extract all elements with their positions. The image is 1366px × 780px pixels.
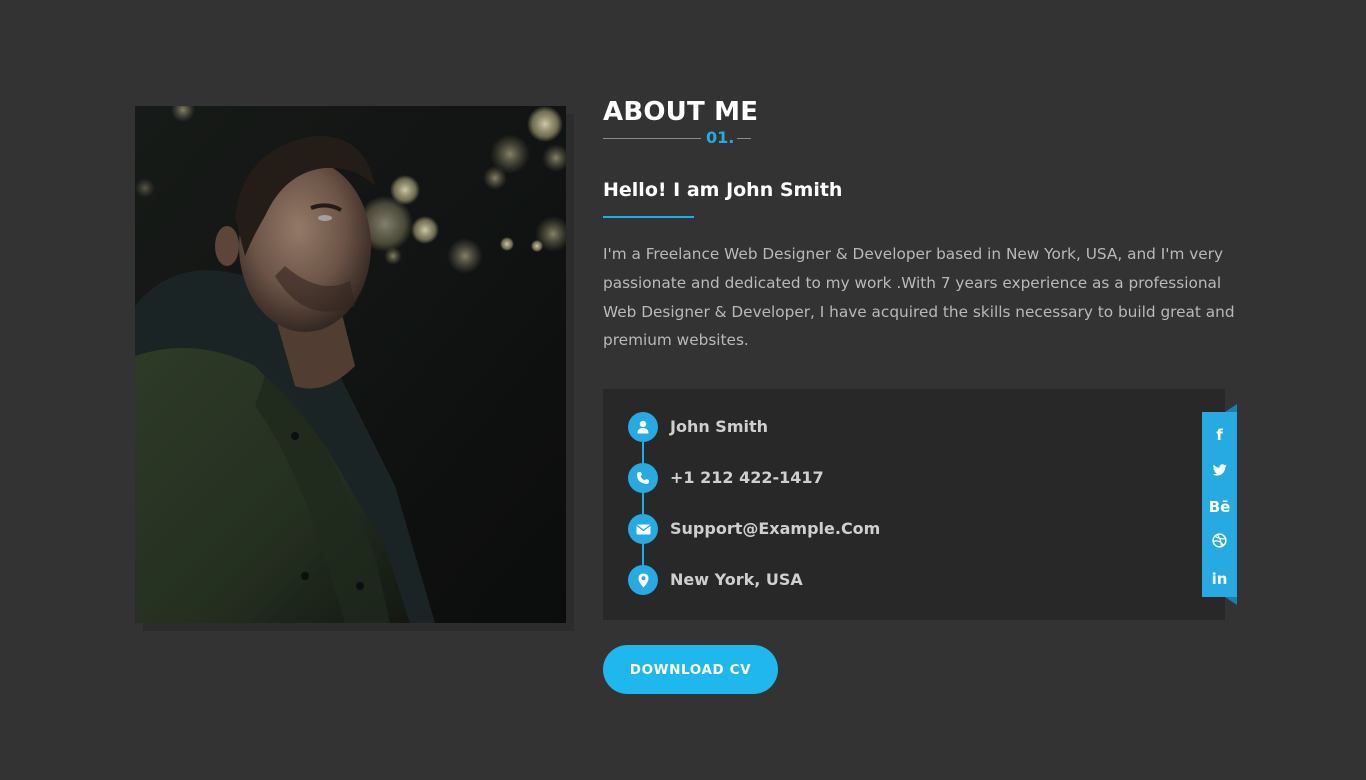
social-dribbble[interactable] bbox=[1202, 533, 1237, 569]
contact-card: John Smith +1 212 422-1417 Support@Examp… bbox=[603, 389, 1225, 620]
social-twitter[interactable] bbox=[1202, 461, 1237, 497]
section-title: ABOUT ME bbox=[603, 97, 759, 127]
bio-text: I'm a Freelance Web Designer & Developer… bbox=[603, 245, 1235, 350]
social-behance[interactable]: Bē bbox=[1202, 497, 1237, 533]
map-marker-icon bbox=[628, 565, 658, 595]
about-section: ABOUT ME 01. Hello! I am John Smith I'm … bbox=[0, 0, 1366, 780]
section-number: 01. bbox=[706, 128, 735, 147]
linkedin-icon: in bbox=[1211, 570, 1228, 588]
profile-photo bbox=[135, 106, 566, 623]
dribbble-icon bbox=[1212, 533, 1227, 553]
download-cv-button[interactable]: DOWNLOAD CV bbox=[603, 645, 778, 694]
underline-left bbox=[603, 138, 701, 139]
timeline-connector bbox=[642, 544, 644, 565]
user-icon bbox=[628, 412, 658, 442]
contact-email[interactable]: Support@Example.Com bbox=[670, 518, 880, 540]
intro-heading: Hello! I am John Smith bbox=[603, 179, 843, 201]
intro-heading-underline bbox=[603, 216, 694, 218]
profile-photo-frame bbox=[135, 106, 566, 623]
contact-location: New York, USA bbox=[670, 570, 803, 589]
phone-icon bbox=[628, 463, 658, 493]
social-ribbon: f Bē in bbox=[1202, 412, 1237, 597]
contact-phone[interactable]: +1 212 422-1417 bbox=[670, 467, 824, 489]
underline-right bbox=[737, 138, 751, 139]
ribbon-fold-top bbox=[1225, 404, 1237, 412]
ribbon-fold-bottom bbox=[1225, 597, 1237, 605]
contact-name: John Smith bbox=[670, 417, 769, 436]
social-facebook[interactable]: f bbox=[1202, 425, 1237, 461]
envelope-icon bbox=[628, 514, 658, 544]
about-content: ABOUT ME 01. Hello! I am John Smith I'm … bbox=[603, 96, 1243, 355]
twitter-icon bbox=[1212, 461, 1227, 481]
facebook-icon: f bbox=[1216, 426, 1223, 444]
timeline-connector bbox=[642, 442, 644, 463]
social-list: f Bē in bbox=[1202, 412, 1237, 605]
timeline-connector bbox=[642, 493, 644, 514]
behance-icon: Bē bbox=[1208, 498, 1231, 516]
section-title-underline: 01. bbox=[603, 128, 753, 147]
